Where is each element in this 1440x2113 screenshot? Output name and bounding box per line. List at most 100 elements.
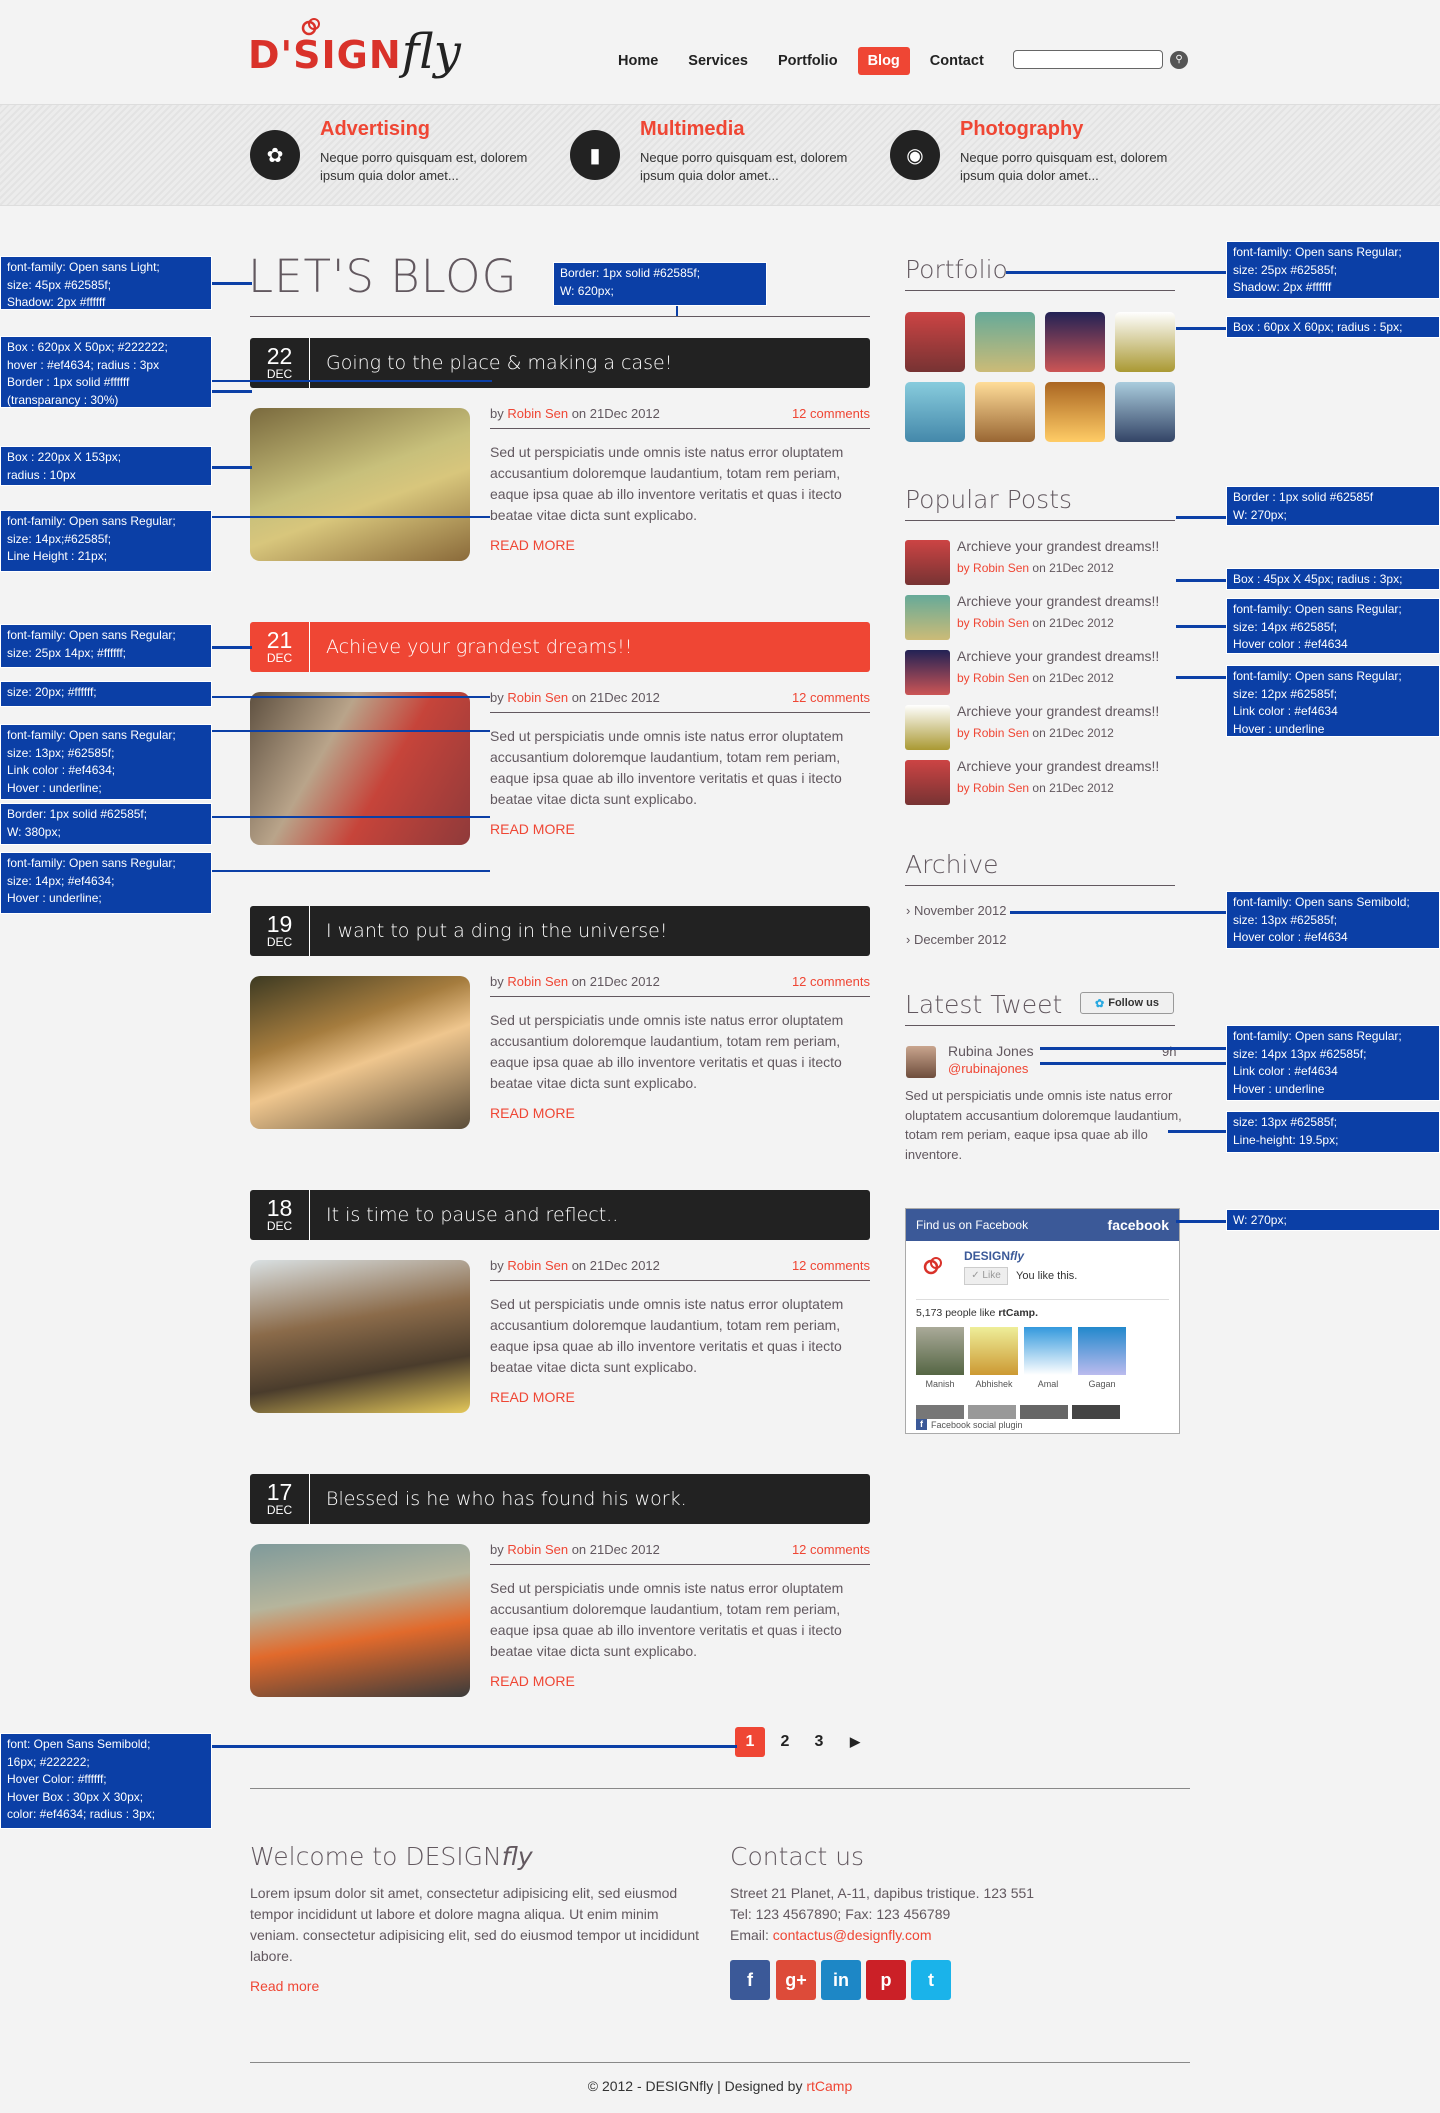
annotation-connector bbox=[1176, 579, 1226, 582]
annotation-note: font-family: Open sans Regular; size: 25… bbox=[0, 624, 212, 668]
popular-post-title[interactable]: Archieve your grandest dreams!! bbox=[957, 703, 1159, 719]
facebook-fan-avatar[interactable] bbox=[970, 1327, 1018, 1375]
read-more-link[interactable]: READ MORE bbox=[490, 1389, 575, 1405]
annotation-note: size: 20px; #ffffff; bbox=[0, 681, 212, 707]
tweet-author[interactable]: Rubina Jones bbox=[948, 1043, 1034, 1059]
nav-home[interactable]: Home bbox=[608, 47, 668, 75]
follow-us-button[interactable]: ✿ Follow us bbox=[1080, 992, 1174, 1014]
annotation-note: Box : 45px X 45px; radius : 3px; bbox=[1226, 568, 1440, 590]
post-comments-link[interactable]: 12 comments bbox=[730, 406, 870, 421]
read-more-link[interactable]: READ MORE bbox=[490, 821, 575, 837]
read-more-link[interactable]: READ MORE bbox=[490, 537, 575, 553]
post-author-link[interactable]: Robin Sen bbox=[507, 1542, 568, 1557]
post-comments-link[interactable]: 12 comments bbox=[730, 1542, 870, 1557]
popular-post-author[interactable]: Robin Sen bbox=[973, 726, 1029, 740]
tweet-handle[interactable]: @rubinajones bbox=[948, 1061, 1028, 1076]
google-plus-icon[interactable]: g+ bbox=[776, 1960, 816, 2000]
twitter-icon[interactable]: t bbox=[911, 1960, 951, 2000]
search-icon[interactable]: ⚲ bbox=[1170, 51, 1188, 69]
logo-main: D'SIGN bbox=[248, 33, 402, 77]
annotation-connector bbox=[212, 390, 252, 393]
facebook-fan-name: Manish bbox=[925, 1379, 955, 1389]
post-title[interactable]: Achieve your grandest dreams!! bbox=[310, 636, 632, 658]
popular-post-author[interactable]: Robin Sen bbox=[973, 781, 1029, 795]
nav-contact[interactable]: Contact bbox=[920, 47, 994, 75]
portfolio-thumbnail[interactable] bbox=[975, 382, 1035, 442]
linkedin-icon[interactable]: in bbox=[821, 1960, 861, 2000]
facebook-fan-avatar[interactable] bbox=[916, 1327, 964, 1375]
site-logo[interactable]: D'SIGNfly bbox=[248, 24, 461, 94]
popular-post-author[interactable]: Robin Sen bbox=[973, 671, 1029, 685]
post-author-link[interactable]: Robin Sen bbox=[507, 690, 568, 705]
page-2-button[interactable]: 2 bbox=[770, 1727, 800, 1757]
popular-post-thumbnail[interactable] bbox=[905, 595, 950, 640]
portfolio-thumbnail[interactable] bbox=[905, 312, 965, 372]
service-text: Neque porro quisquam est, dolorem ipsum … bbox=[640, 150, 848, 183]
archive-item[interactable]: › December 2012 bbox=[906, 932, 1006, 947]
portfolio-thumbnail[interactable] bbox=[1045, 312, 1105, 372]
facebook-fan-avatar[interactable] bbox=[1078, 1327, 1126, 1375]
post-title[interactable]: I want to put a ding in the universe! bbox=[310, 920, 667, 942]
read-more-link[interactable]: READ MORE bbox=[490, 1673, 575, 1689]
post-date-text: on 21Dec 2012 bbox=[571, 406, 660, 421]
post-title[interactable]: It is time to pause and reflect.. bbox=[310, 1204, 618, 1226]
popular-post-title[interactable]: Archieve your grandest dreams!! bbox=[957, 758, 1159, 774]
post-author-link[interactable]: Robin Sen bbox=[507, 406, 568, 421]
post-title[interactable]: Going to the place & making a case! bbox=[310, 352, 672, 374]
post-date: 19 DEC bbox=[250, 906, 310, 956]
post-thumbnail[interactable] bbox=[250, 408, 470, 561]
post-thumbnail[interactable] bbox=[250, 692, 470, 845]
popular-post-author[interactable]: Robin Sen bbox=[973, 616, 1029, 630]
nav-services[interactable]: Services bbox=[678, 47, 758, 75]
post-author-link[interactable]: Robin Sen bbox=[507, 974, 568, 989]
popular-post-thumbnail[interactable] bbox=[905, 540, 950, 585]
next-page-icon[interactable]: ▶ bbox=[840, 1727, 870, 1757]
portfolio-thumbnail[interactable] bbox=[975, 312, 1035, 372]
facebook-fan-avatar[interactable] bbox=[1024, 1327, 1072, 1375]
popular-post-title[interactable]: Archieve your grandest dreams!! bbox=[957, 538, 1159, 554]
page-1-button[interactable]: 1 bbox=[735, 1727, 765, 1757]
nav-blog[interactable]: Blog bbox=[857, 47, 910, 75]
post-header[interactable]: 19 DEC I want to put a ding in the unive… bbox=[250, 906, 870, 956]
latest-tweet-title: Latest Tweet bbox=[905, 990, 1063, 1019]
post-author-link[interactable]: Robin Sen bbox=[507, 1258, 568, 1273]
post-title[interactable]: Blessed is he who has found his work. bbox=[310, 1488, 687, 1510]
tweet-text: Sed ut perspiciatis unde omnis iste natu… bbox=[905, 1088, 1182, 1162]
annotation-connector bbox=[212, 646, 252, 649]
footer-read-more[interactable]: Read more bbox=[250, 1976, 319, 1997]
annotation-connector bbox=[1168, 1130, 1226, 1133]
facebook-find-us: Find us on Facebook bbox=[916, 1218, 1029, 1232]
pinterest-icon[interactable]: p bbox=[866, 1960, 906, 2000]
search-input[interactable] bbox=[1013, 50, 1163, 69]
post-comments-link[interactable]: 12 comments bbox=[730, 1258, 870, 1273]
page-3-button[interactable]: 3 bbox=[804, 1727, 834, 1757]
portfolio-thumbnail[interactable] bbox=[905, 382, 965, 442]
archive-item[interactable]: › November 2012 bbox=[906, 903, 1006, 918]
post-header[interactable]: 17 DEC Blessed is he who has found his w… bbox=[250, 1474, 870, 1524]
service-title[interactable]: Advertising bbox=[320, 118, 430, 141]
post-thumbnail[interactable] bbox=[250, 1260, 470, 1413]
portfolio-thumbnail[interactable] bbox=[1115, 382, 1175, 442]
service-title[interactable]: Multimedia bbox=[640, 118, 744, 141]
popular-post-title[interactable]: Archieve your grandest dreams!! bbox=[957, 593, 1159, 609]
popular-post-thumbnail[interactable] bbox=[905, 760, 950, 805]
popular-post-author[interactable]: Robin Sen bbox=[973, 561, 1029, 575]
nav-portfolio[interactable]: Portfolio bbox=[768, 47, 848, 75]
popular-post-title[interactable]: Archieve your grandest dreams!! bbox=[957, 648, 1159, 664]
portfolio-thumbnail[interactable] bbox=[1115, 312, 1175, 372]
portfolio-thumbnail[interactable] bbox=[1045, 382, 1105, 442]
post-thumbnail[interactable] bbox=[250, 1544, 470, 1697]
follow-label: Follow us bbox=[1108, 997, 1159, 1009]
facebook-icon[interactable]: f bbox=[730, 1960, 770, 2000]
read-more-link[interactable]: READ MORE bbox=[490, 1105, 575, 1121]
popular-post-thumbnail[interactable] bbox=[905, 705, 950, 750]
post-header[interactable]: 21 DEC Achieve your grandest dreams!! bbox=[250, 622, 870, 672]
post-comments-link[interactable]: 12 comments bbox=[730, 974, 870, 989]
post-thumbnail[interactable] bbox=[250, 976, 470, 1129]
post-comments-link[interactable]: 12 comments bbox=[730, 690, 870, 705]
facebook-like-button[interactable]: ✓ Like bbox=[964, 1267, 1008, 1285]
popular-post-thumbnail[interactable] bbox=[905, 650, 950, 695]
post-header[interactable]: 18 DEC It is time to pause and reflect.. bbox=[250, 1190, 870, 1240]
annotation-note: font: Open Sans Semibold; 16px; #222222;… bbox=[0, 1733, 212, 1829]
service-title[interactable]: Photography bbox=[960, 118, 1083, 141]
